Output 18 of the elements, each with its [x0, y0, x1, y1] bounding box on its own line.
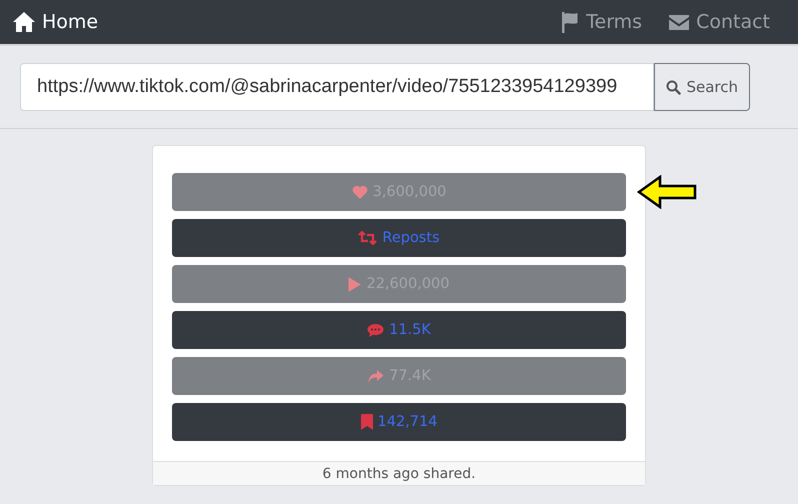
- reposts-button[interactable]: Reposts: [172, 219, 626, 257]
- home-link[interactable]: Home: [12, 11, 98, 33]
- share-icon: [367, 368, 384, 384]
- repost-icon: [358, 231, 378, 245]
- bookmark-icon: [360, 414, 373, 430]
- heart-icon: [352, 185, 368, 199]
- comments-button[interactable]: 11.5K: [172, 311, 626, 349]
- home-icon: [12, 11, 36, 33]
- terms-link[interactable]: Terms: [560, 11, 642, 33]
- search-button[interactable]: Search: [654, 63, 750, 111]
- shared-time-text: 6 months ago shared.: [153, 461, 645, 485]
- url-field[interactable]: https://www.tiktok.com/@sabrinacarpenter/video/7551233954129399: [20, 63, 654, 111]
- saves-button[interactable]: 142,714: [172, 403, 626, 441]
- comment-icon: [367, 322, 384, 338]
- pointer-arrow-icon: [637, 175, 697, 209]
- contact-link[interactable]: Contact: [668, 11, 770, 33]
- play-icon: [348, 276, 362, 292]
- search-icon: [666, 80, 682, 94]
